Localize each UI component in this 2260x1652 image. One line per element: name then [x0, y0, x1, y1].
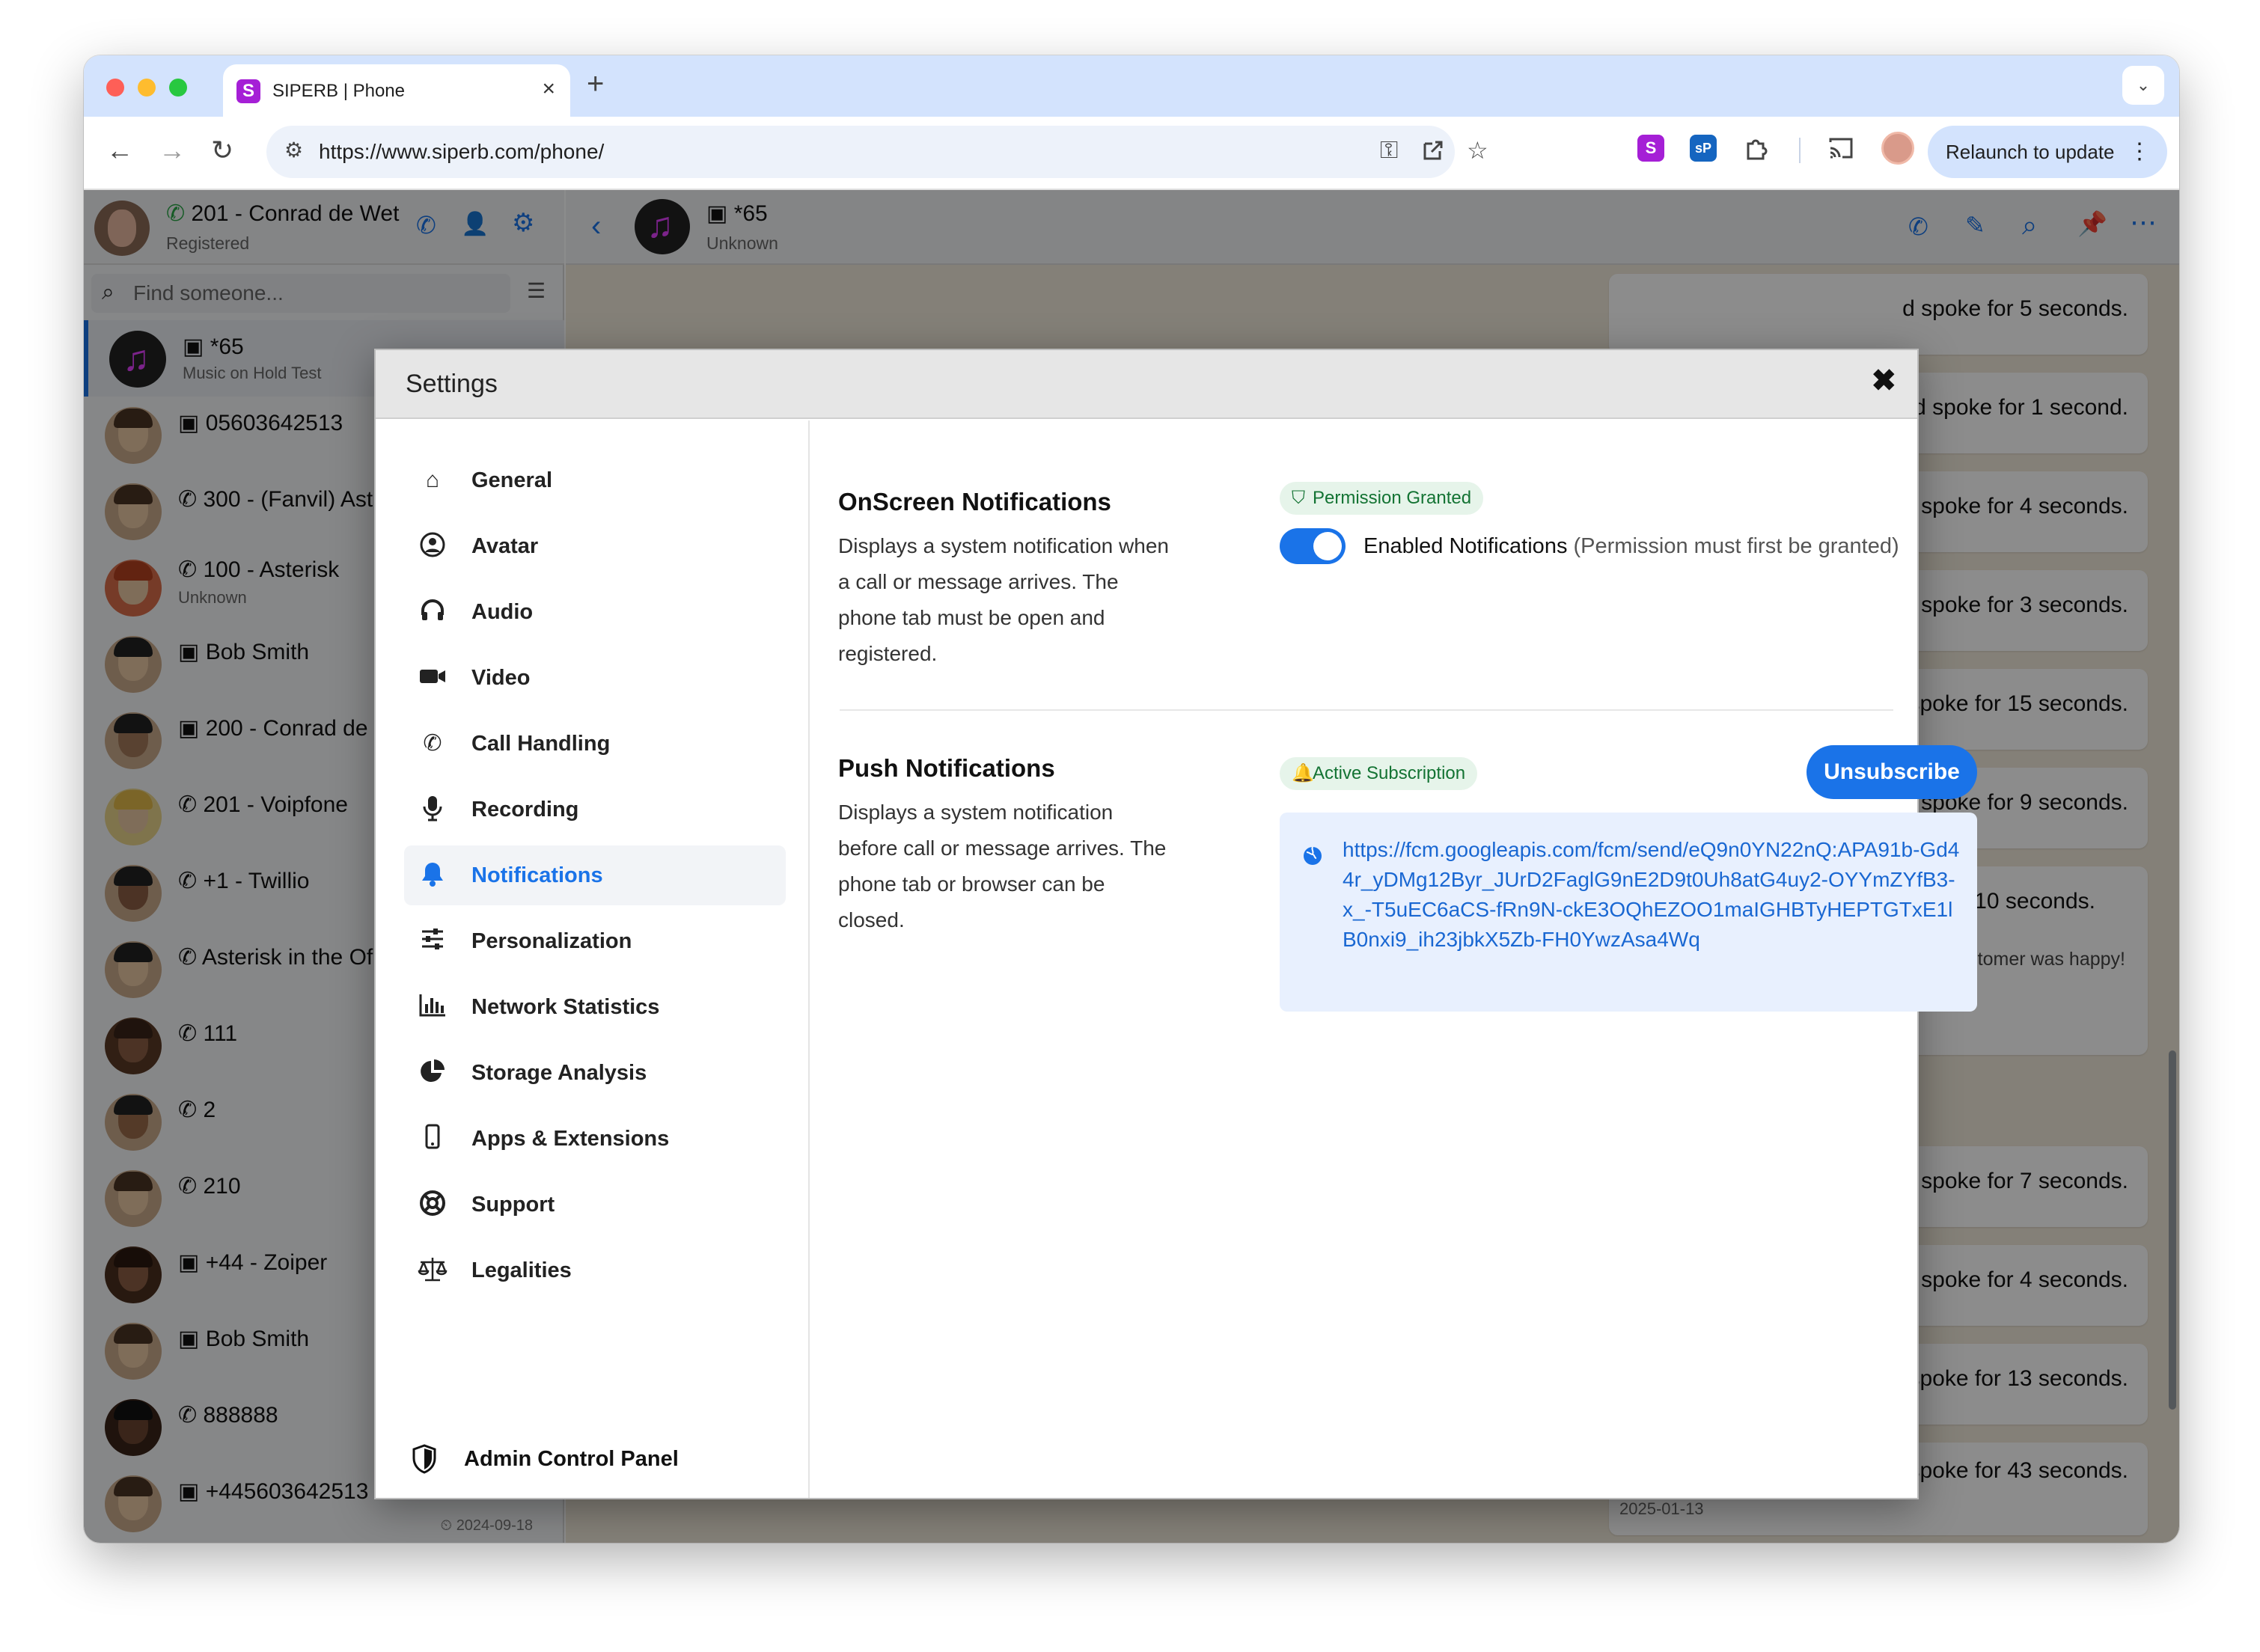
- bookmark-star-icon[interactable]: ☆: [1467, 136, 1488, 165]
- profile-avatar[interactable]: [1881, 132, 1914, 165]
- close-icon[interactable]: ✖: [1871, 364, 1896, 398]
- section-divider: [840, 709, 1893, 711]
- sliders-icon: [418, 926, 448, 956]
- toggle-knob: [1313, 532, 1342, 560]
- bell-icon: 🔔: [1292, 763, 1314, 783]
- site-settings-icon[interactable]: ⚙: [284, 138, 303, 162]
- pie-chart-icon: [418, 1058, 448, 1088]
- menu-item-apps-extensions[interactable]: Apps & Extensions: [404, 1109, 786, 1169]
- extensions-puzzle-icon[interactable]: [1744, 136, 1769, 165]
- forward-arrow-icon[interactable]: →: [159, 135, 186, 166]
- close-tab-icon[interactable]: ×: [542, 76, 555, 102]
- minimize-window-button[interactable]: [138, 79, 156, 97]
- settings-menu: ⌂ General Avatar Audio Video ✆ Call Hand…: [376, 420, 810, 1498]
- menu-label: Personalization: [471, 929, 632, 953]
- settings-title: Settings: [406, 370, 498, 398]
- permission-granted-badge: ⛉ Permission Granted: [1280, 482, 1484, 515]
- menu-label: Call Handling: [471, 732, 611, 756]
- menu-label: Audio: [471, 600, 534, 624]
- open-external-icon[interactable]: [1422, 139, 1444, 168]
- active-subscription-badge: 🔔 Active Subscription: [1280, 757, 1478, 790]
- siperb-extension-icon[interactable]: S: [1637, 135, 1664, 162]
- menu-label: Legalities: [471, 1258, 572, 1282]
- subscription-endpoint-url[interactable]: https://fcm.googleapis.com/fcm/send/eQ9n…: [1343, 835, 1964, 955]
- reload-icon[interactable]: ↻: [211, 135, 233, 166]
- video-camera-icon: [418, 663, 448, 693]
- relaunch-label: Relaunch to update: [1946, 141, 2115, 163]
- admin-label: Admin Control Panel: [464, 1447, 679, 1471]
- bell-icon: [418, 860, 448, 890]
- onscreen-notifications-title: OnScreen Notifications: [838, 488, 1111, 516]
- menu-item-notifications[interactable]: Notifications: [404, 845, 786, 905]
- new-tab-icon[interactable]: +: [587, 67, 604, 101]
- phone-icon: ✆: [423, 731, 442, 756]
- subscription-endpoint-box: https://fcm.googleapis.com/fcm/send/eQ9n…: [1280, 813, 1977, 1012]
- shield-icon: [412, 1444, 442, 1474]
- menu-item-general[interactable]: ⌂ General: [404, 450, 786, 510]
- menu-item-storage-analysis[interactable]: Storage Analysis: [404, 1043, 786, 1103]
- badge-text: Active Subscription: [1313, 763, 1466, 783]
- toggle-label-text: Enabled Notifications: [1363, 534, 1568, 558]
- maximize-window-button[interactable]: [169, 79, 187, 97]
- siperb-favicon-icon: S: [236, 79, 260, 103]
- menu-label: General: [471, 468, 552, 492]
- menu-item-call-handling[interactable]: ✆ Call Handling: [404, 714, 786, 774]
- password-key-icon[interactable]: ⚿: [1380, 136, 1398, 165]
- badge-text: Permission Granted: [1313, 488, 1472, 508]
- browser-window: S SIPERB | Phone × + ⌄ ← → ↻ ⚙ https://w…: [84, 55, 2179, 1543]
- shield-icon: ⛉: [1292, 488, 1305, 508]
- tab-title: SIPERB | Phone: [272, 81, 405, 101]
- menu-label: Avatar: [471, 534, 539, 558]
- kebab-menu-icon[interactable]: ⋮: [2128, 126, 2151, 178]
- menu-item-network-statistics[interactable]: Network Statistics: [404, 977, 786, 1037]
- scale-icon: [418, 1255, 448, 1285]
- toggle-label: Enabled Notifications (Permission must f…: [1363, 534, 1899, 559]
- url-text: https://www.siperb.com/phone/: [319, 140, 605, 163]
- bar-chart-icon: [418, 992, 448, 1022]
- menu-label: Network Statistics: [471, 995, 660, 1019]
- menu-label: Storage Analysis: [471, 1061, 647, 1085]
- settings-header: Settings ✖: [376, 350, 1917, 419]
- tab-search-chevron-icon[interactable]: ⌄: [2122, 66, 2164, 105]
- page-content: ✆ 201 - Conrad de Wet Registered ✆ 👤 ⚙ ⌕…: [84, 190, 2179, 1543]
- onscreen-notifications-description: Displays a system notification when a ca…: [838, 534, 1169, 665]
- menu-label: Notifications: [471, 863, 603, 887]
- menu-item-audio[interactable]: Audio: [404, 582, 786, 642]
- relaunch-to-update-button[interactable]: Relaunch to update ⋮: [1928, 126, 2167, 178]
- push-notifications-title: Push Notifications: [838, 754, 1055, 782]
- menu-item-recording[interactable]: Recording: [404, 780, 786, 839]
- enable-notifications-toggle[interactable]: [1280, 528, 1346, 564]
- toggle-note: (Permission must first be granted): [1573, 534, 1899, 558]
- home-icon: ⌂: [425, 468, 440, 492]
- menu-label: Recording: [471, 798, 579, 822]
- life-ring-icon: [418, 1190, 448, 1220]
- browser-toolbar: ← → ↻ ⚙ https://www.siperb.com/phone/ ⚿ …: [84, 117, 2179, 190]
- menu-item-video[interactable]: Video: [404, 648, 786, 708]
- globe-icon: [1302, 845, 1323, 872]
- menu-label: Apps & Extensions: [471, 1127, 670, 1151]
- browser-tab[interactable]: S SIPERB | Phone ×: [223, 64, 570, 118]
- browser-titlebar: S SIPERB | Phone × + ⌄: [84, 55, 2179, 118]
- menu-item-avatar[interactable]: Avatar: [404, 516, 786, 576]
- back-arrow-icon[interactable]: ←: [106, 135, 133, 166]
- unsubscribe-button[interactable]: Unsubscribe: [1807, 745, 1977, 799]
- mobile-icon: [418, 1124, 448, 1154]
- settings-modal: Settings ✖ ⌂ General Avatar Audio Video …: [374, 349, 1977, 1499]
- microphone-icon: [418, 795, 448, 825]
- menu-label: Video: [471, 666, 531, 690]
- user-circle-icon: [418, 531, 448, 561]
- headphones-icon: [418, 597, 448, 627]
- menu-label: Support: [471, 1193, 555, 1217]
- address-bar[interactable]: ⚙ https://www.siperb.com/phone/ ⚿ ☆: [266, 126, 1488, 178]
- toolbar-divider: [1799, 138, 1801, 163]
- push-notifications-description: Displays a system notification before ca…: [838, 801, 1167, 931]
- sp-extension-icon[interactable]: sP: [1690, 135, 1717, 162]
- menu-item-legalities[interactable]: Legalities: [404, 1240, 786, 1300]
- menu-item-personalization[interactable]: Personalization: [404, 911, 786, 971]
- menu-item-support[interactable]: Support: [404, 1175, 786, 1235]
- close-window-button[interactable]: [106, 79, 124, 97]
- cast-icon[interactable]: [1827, 136, 1854, 164]
